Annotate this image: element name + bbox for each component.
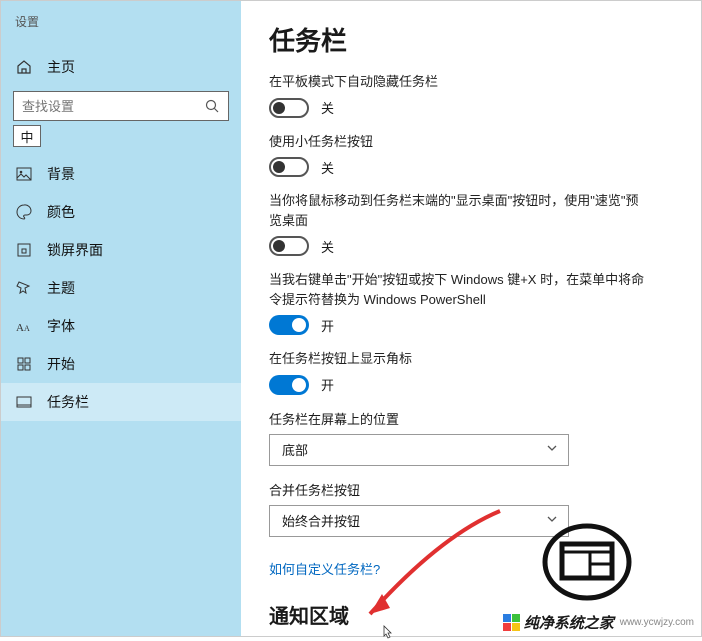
page-title: 任务栏 [269, 21, 671, 58]
main-content: 任务栏 在平板模式下自动隐藏任务栏 关 使用小任务栏按钮 关 当你将鼠标移动到任… [241, 1, 701, 636]
sidebar-item-background[interactable]: 背景 [1, 155, 241, 193]
sidebar-item-colors[interactable]: 颜色 [1, 193, 241, 231]
sidebar-item-label: 字体 [47, 316, 75, 336]
sidebar-item-label: 锁屏界面 [47, 240, 103, 260]
sidebar-item-lock-screen[interactable]: 锁屏界面 [1, 231, 241, 269]
setting-badges: 在任务栏按钮上显示角标 开 [269, 349, 649, 395]
setting-tablet-hide: 在平板模式下自动隐藏任务栏 关 [269, 72, 649, 118]
lock-screen-icon [15, 241, 33, 259]
ime-badge[interactable]: 中 [13, 125, 41, 147]
toggle-powershell[interactable] [269, 315, 309, 335]
search-input[interactable] [22, 99, 204, 114]
font-icon: AA [15, 317, 33, 335]
position-select[interactable]: 底部 [269, 434, 569, 466]
chevron-down-icon [546, 513, 558, 528]
start-icon [15, 355, 33, 373]
sidebar-item-label: 开始 [47, 354, 75, 374]
image-icon [15, 165, 33, 183]
toggle-tablet-hide[interactable] [269, 98, 309, 118]
sidebar-items: 背景 颜色 锁屏界面 主题 AA 字体 开始 [1, 155, 241, 421]
svg-text:A: A [24, 324, 30, 333]
setting-desc: 当我右键单击"开始"按钮或按下 Windows 键+X 时，在菜单中将命令提示符… [269, 270, 649, 309]
home-nav[interactable]: 主页 [1, 49, 241, 85]
watermark-url: www.ycwjzy.com [620, 617, 694, 628]
sidebar: 设置 主页 中 背景 颜色 锁屏界面 [1, 1, 241, 636]
setting-desc: 使用小任务栏按钮 [269, 132, 649, 152]
combine-select[interactable]: 始终合并按钮 [269, 505, 569, 537]
toggle-small-buttons[interactable] [269, 157, 309, 177]
sidebar-item-start[interactable]: 开始 [1, 345, 241, 383]
toggle-state-label: 开 [321, 316, 334, 335]
svg-text:A: A [16, 322, 24, 333]
sidebar-item-label: 颜色 [47, 202, 75, 222]
sidebar-item-fonts[interactable]: AA 字体 [1, 307, 241, 345]
search-icon [204, 98, 220, 114]
setting-small-buttons: 使用小任务栏按钮 关 [269, 132, 649, 178]
palette-icon [15, 203, 33, 221]
combine-value: 始终合并按钮 [282, 511, 360, 530]
watermark-brand-text: 纯净系统之家 [524, 612, 614, 633]
chevron-down-icon [546, 442, 558, 457]
toggle-peek[interactable] [269, 236, 309, 256]
windows-logo-icon [503, 614, 520, 631]
sidebar-item-taskbar[interactable]: 任务栏 [1, 383, 241, 421]
setting-desc: 在平板模式下自动隐藏任务栏 [269, 72, 649, 92]
setting-desc: 在任务栏按钮上显示角标 [269, 349, 649, 369]
setting-desc: 当你将鼠标移动到任务栏末端的"显示桌面"按钮时，使用"速览"预览桌面 [269, 191, 649, 230]
search-input-wrapper[interactable] [13, 91, 229, 121]
window-title: 设置 [1, 9, 241, 33]
toggle-state-label: 关 [321, 98, 334, 117]
settings-app: 设置 主页 中 背景 颜色 锁屏界面 [0, 0, 702, 637]
sidebar-item-themes[interactable]: 主题 [1, 269, 241, 307]
theme-icon [15, 279, 33, 297]
toggle-state-label: 开 [321, 375, 334, 394]
toggle-state-label: 关 [321, 237, 334, 256]
combine-label: 合并任务栏按钮 [269, 480, 649, 499]
sidebar-item-label: 任务栏 [47, 392, 89, 412]
sidebar-item-label: 主题 [47, 278, 75, 298]
sidebar-item-label: 背景 [47, 164, 75, 184]
position-value: 底部 [282, 440, 308, 459]
customize-taskbar-link[interactable]: 如何自定义任务栏? [269, 559, 380, 578]
position-label: 任务栏在屏幕上的位置 [269, 409, 649, 428]
taskbar-icon [15, 393, 33, 411]
setting-powershell: 当我右键单击"开始"按钮或按下 Windows 键+X 时，在菜单中将命令提示符… [269, 270, 649, 335]
setting-peek: 当你将鼠标移动到任务栏末端的"显示桌面"按钮时，使用"速览"预览桌面 关 [269, 191, 649, 256]
toggle-badges[interactable] [269, 375, 309, 395]
watermark-brand: 纯净系统之家 www.ycwjzy.com [503, 612, 694, 633]
taskbar-position-group: 任务栏在屏幕上的位置 底部 [269, 409, 649, 466]
combine-buttons-group: 合并任务栏按钮 始终合并按钮 [269, 480, 649, 537]
toggle-state-label: 关 [321, 158, 334, 177]
home-icon [15, 58, 33, 76]
home-label: 主页 [47, 57, 75, 77]
